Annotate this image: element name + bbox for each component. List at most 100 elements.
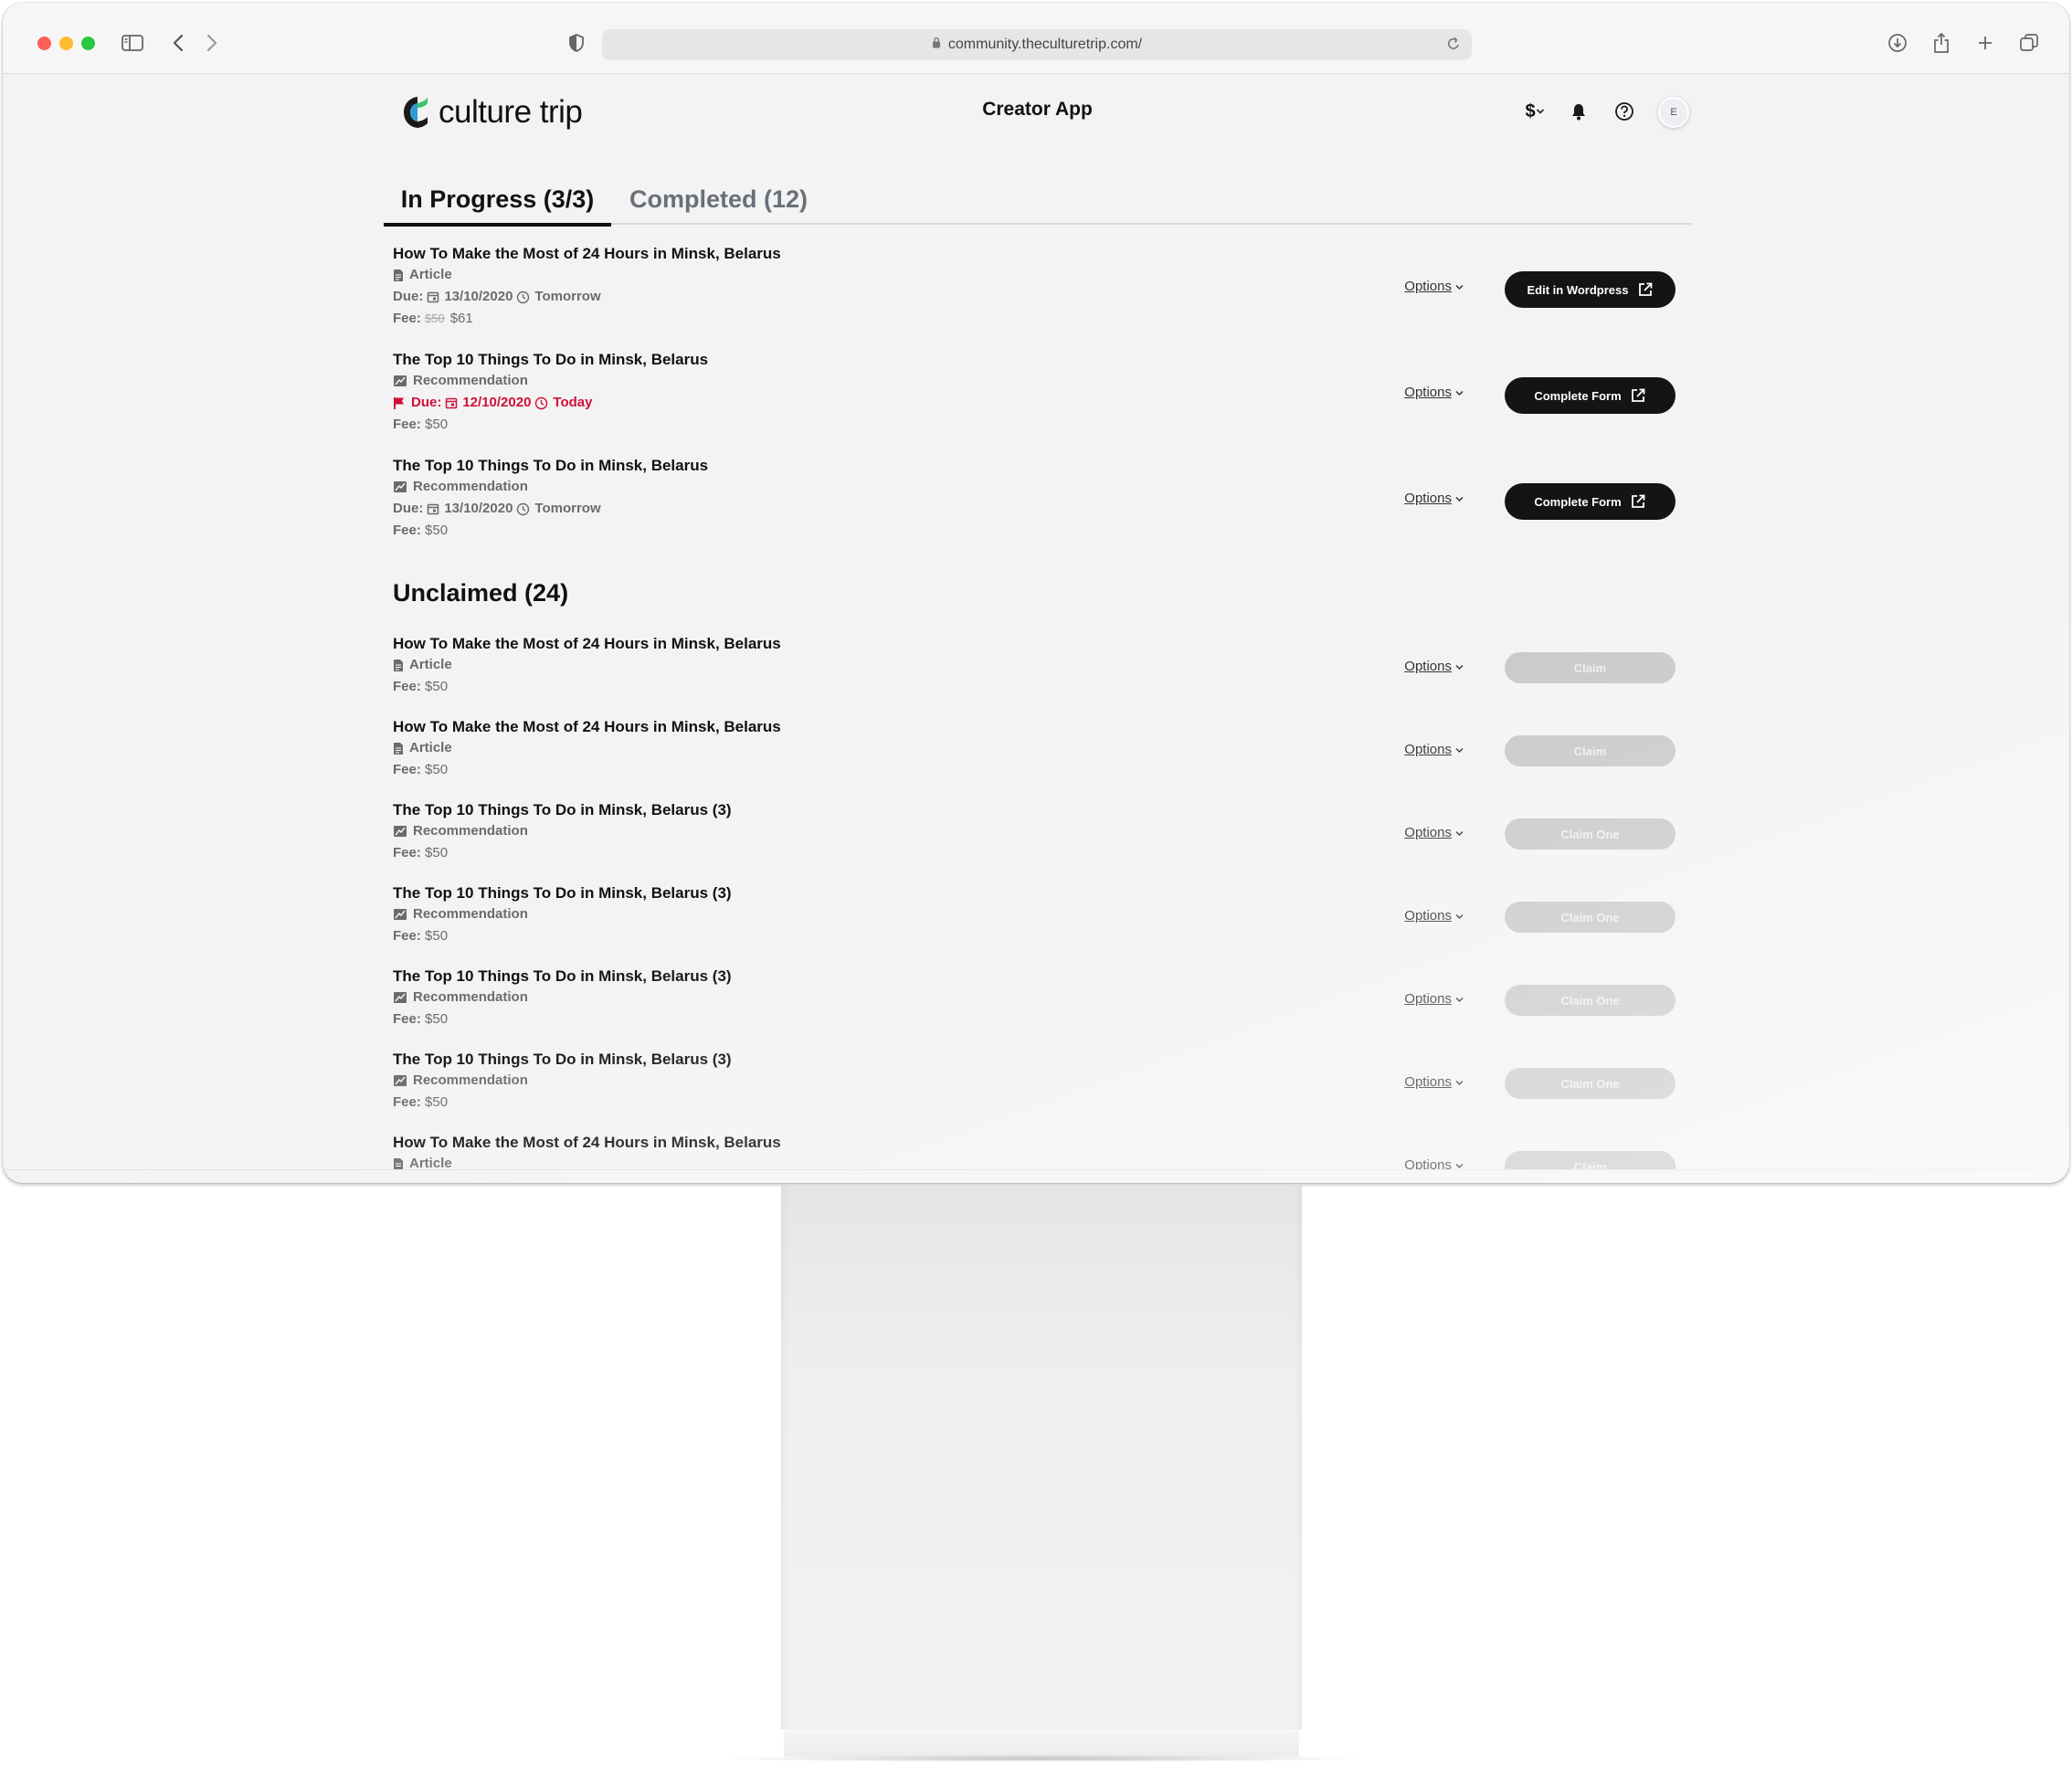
fee-value: $50 — [425, 928, 449, 944]
downloads-icon[interactable] — [1885, 30, 1910, 56]
options-dropdown[interactable]: Options — [1404, 385, 1464, 400]
edit-in-wordpress-button[interactable]: Edit in Wordpress — [1505, 271, 1676, 308]
task-row: How To Make the Most of 24 Hours in Mins… — [393, 244, 1683, 332]
options-dropdown[interactable]: Options — [1404, 659, 1464, 674]
options-dropdown[interactable]: Options — [1404, 742, 1464, 757]
forward-icon[interactable] — [199, 30, 225, 56]
options-dropdown[interactable]: Options — [1404, 279, 1464, 294]
options-dropdown[interactable]: Options — [1404, 1074, 1464, 1090]
status-tabs: In Progress (3/3) Completed (12) — [384, 176, 1692, 227]
task-title: The Top 10 Things To Do in Minsk, Belaru… — [393, 457, 709, 474]
stand-shadow — [713, 1755, 1370, 1762]
recommendation-icon — [393, 1074, 407, 1088]
share-icon[interactable] — [1929, 30, 1954, 56]
task-type: Recommendation — [413, 989, 528, 1005]
claim-button[interactable]: Claim — [1505, 735, 1676, 766]
due-relative: Tomorrow — [534, 289, 601, 304]
address-bar[interactable]: community.theculturetrip.com/ — [602, 29, 1472, 60]
fee-label: Fee: — [393, 311, 421, 326]
task-title: How To Make the Most of 24 Hours in Mins… — [393, 635, 781, 652]
culture-trip-logo-icon — [404, 97, 428, 128]
fee-value: $61 — [449, 311, 473, 326]
zoom-window-button[interactable] — [81, 37, 95, 50]
claim-one-button[interactable]: Claim One — [1505, 985, 1676, 1016]
fee-value: $50 — [425, 845, 449, 861]
reload-icon[interactable] — [1446, 36, 1461, 57]
currency-symbol: $ — [1525, 100, 1536, 121]
flag-icon — [393, 396, 406, 410]
task-title: The Top 10 Things To Do in Minsk, Belaru… — [393, 884, 732, 902]
options-dropdown[interactable]: Options — [1404, 908, 1464, 924]
options-dropdown[interactable]: Options — [1404, 491, 1464, 506]
task-title: How To Make the Most of 24 Hours in Mins… — [393, 1134, 781, 1151]
external-link-icon — [1638, 282, 1652, 296]
task-type: Recommendation — [413, 823, 528, 839]
calendar-icon — [427, 502, 439, 515]
claim-one-button[interactable]: Claim One — [1505, 1068, 1676, 1099]
new-tab-icon[interactable] — [1972, 30, 1998, 56]
chevron-down-icon — [1455, 491, 1464, 506]
recommendation-icon — [393, 375, 407, 388]
due-date: 13/10/2020 — [444, 289, 513, 304]
url-text: community.theculturetrip.com/ — [947, 37, 1143, 52]
complete-form-button[interactable]: Complete Form — [1505, 483, 1676, 520]
back-icon[interactable] — [165, 30, 191, 56]
claim-one-button[interactable]: Claim One — [1505, 902, 1676, 933]
help-icon[interactable] — [1612, 98, 1636, 125]
culture-trip-logo[interactable]: culture trip — [402, 94, 583, 131]
tab-completed[interactable]: Completed (12) — [629, 176, 808, 223]
tab-in-progress[interactable]: In Progress (3/3) — [384, 176, 611, 227]
task-title: How To Make the Most of 24 Hours in Mins… — [393, 245, 781, 262]
task-type: Article — [409, 657, 452, 672]
recommendation-icon — [393, 480, 407, 494]
tab-overview-icon[interactable] — [2016, 30, 2042, 56]
external-link-icon — [1631, 388, 1645, 402]
fee-original: $50 — [425, 312, 445, 325]
task-row: The Top 10 Things To Do in Minsk, Belaru… — [393, 456, 1683, 544]
logo-text: culture trip — [439, 94, 583, 130]
list-item: The Top 10 Things To Do in Minsk, Belaru… — [393, 800, 1683, 866]
complete-form-button[interactable]: Complete Form — [1505, 377, 1676, 414]
app-title: Creator App — [982, 99, 1093, 120]
claim-button[interactable]: Claim — [1505, 1151, 1676, 1169]
list-item: How To Make the Most of 24 Hours in Mins… — [393, 634, 1683, 700]
chevron-down-icon — [1536, 109, 1544, 114]
claim-button[interactable]: Claim — [1505, 652, 1676, 683]
list-item: The Top 10 Things To Do in Minsk, Belaru… — [393, 883, 1683, 949]
options-dropdown[interactable]: Options — [1404, 825, 1464, 840]
unclaimed-heading: Unclaimed (24) — [393, 579, 569, 607]
claim-one-button[interactable]: Claim One — [1505, 818, 1676, 850]
fee-label: Fee: — [393, 762, 421, 777]
viewport-bottom-divider — [3, 1169, 2069, 1170]
close-window-button[interactable] — [37, 37, 51, 50]
sidebar-toggle-icon[interactable] — [120, 30, 145, 56]
fee-value: $50 — [425, 762, 449, 777]
task-title: The Top 10 Things To Do in Minsk, Belaru… — [393, 967, 732, 985]
currency-selector[interactable]: $ — [1521, 98, 1549, 125]
document-icon — [393, 659, 404, 672]
due-label: Due: — [393, 289, 424, 304]
task-type: Article — [409, 1156, 452, 1169]
chevron-down-icon — [1455, 1074, 1464, 1090]
due-relative: Tomorrow — [534, 501, 601, 516]
options-dropdown[interactable]: Options — [1404, 991, 1464, 1007]
user-avatar[interactable]: E — [1658, 97, 1689, 128]
fee-value: $50 — [425, 679, 449, 694]
privacy-shield-icon[interactable] — [564, 30, 589, 56]
options-dropdown[interactable]: Options — [1404, 1157, 1464, 1169]
due-date: 12/10/2020 — [462, 395, 532, 410]
external-link-icon — [1631, 494, 1645, 508]
task-type: Article — [409, 267, 452, 282]
fee-label: Fee: — [393, 845, 421, 861]
fee-value: $50 — [425, 1094, 449, 1110]
document-icon — [393, 1157, 404, 1169]
due-label: Due: — [393, 501, 424, 516]
list-item: How To Make the Most of 24 Hours in Mins… — [393, 1133, 1683, 1169]
lock-icon — [932, 37, 941, 53]
task-type: Recommendation — [413, 479, 528, 494]
minimize-window-button[interactable] — [59, 37, 73, 50]
chevron-down-icon — [1455, 1157, 1464, 1169]
notifications-bell-icon[interactable] — [1568, 98, 1590, 125]
chevron-down-icon — [1455, 279, 1464, 294]
recommendation-icon — [393, 991, 407, 1005]
